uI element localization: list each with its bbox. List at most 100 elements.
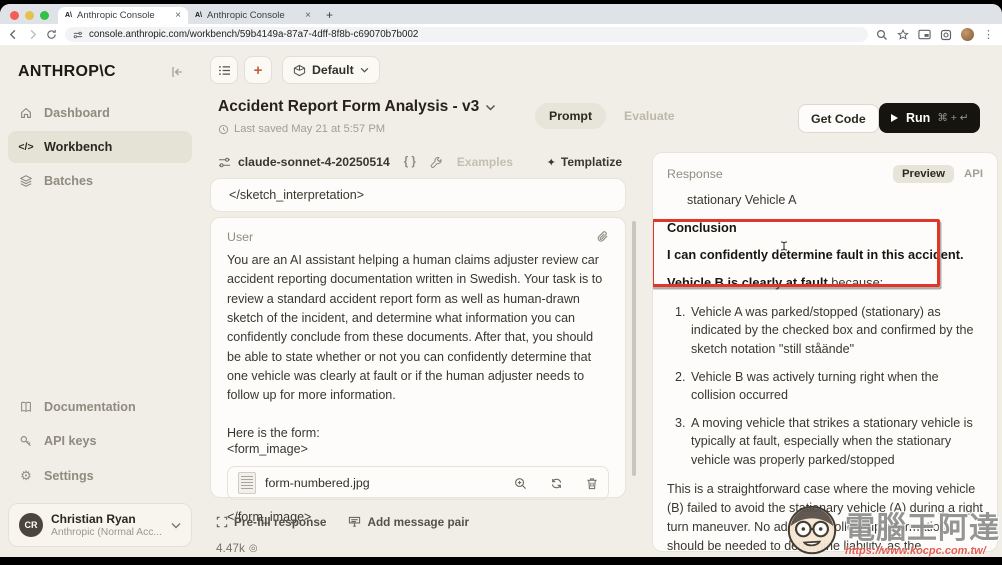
reason-item: Vehicle B was actively turning right whe… (689, 368, 983, 405)
plus-icon: + (253, 61, 263, 79)
add-message-pair-button[interactable]: Add message pair (348, 515, 469, 529)
prompt-title[interactable]: Accident Report Form Analysis - v3 (218, 98, 496, 116)
reload-icon[interactable] (46, 29, 57, 40)
reason-list: Vehicle A was parked/stopped (stationary… (673, 303, 983, 470)
new-tab-button[interactable]: + (318, 8, 341, 24)
last-saved: Last saved May 21 at 5:57 PM (218, 123, 496, 135)
delete-icon[interactable] (586, 477, 598, 490)
minimize-window-button[interactable] (25, 11, 34, 20)
key-icon (18, 434, 34, 448)
site-watermark: 電腦王阿達 https://www.kocpc.com.tw/ (783, 501, 1000, 559)
close-window-button[interactable] (10, 11, 19, 20)
browser-tab-active[interactable]: A\ Anthropic Console × (58, 7, 188, 24)
mode-tabs: Prompt Evaluate (535, 103, 689, 129)
forward-icon[interactable] (27, 29, 38, 40)
message-pair-icon (349, 516, 361, 527)
browser-tab-inactive[interactable]: A\ Anthropic Console × (188, 7, 318, 24)
sidebar-item-dashboard[interactable]: Dashboard (8, 97, 192, 129)
url-bar: console.anthropic.com/workbench/59b4149a… (0, 24, 1002, 45)
anthropic-favicon: A\ (65, 12, 72, 19)
home-icon (18, 106, 34, 120)
reason-item: A moving vehicle that strikes a stationa… (689, 414, 983, 470)
watermark-url: https://www.kocpc.com.tw/ (845, 545, 986, 557)
tab-prompt[interactable]: Prompt (535, 103, 607, 129)
traffic-lights[interactable] (0, 11, 58, 24)
sidebar-item-label: Batches (44, 174, 93, 188)
book-icon (18, 400, 34, 414)
tab-api[interactable]: API (964, 168, 983, 180)
tab-evaluate[interactable]: Evaluate (610, 103, 689, 129)
url-text[interactable]: console.anthropic.com/workbench/59b4149a… (89, 29, 418, 40)
chevron-down-icon (360, 67, 369, 73)
system-prompt-tail[interactable]: </sketch_interpretation> (210, 178, 626, 212)
verdict-line-1: I can confidently determine fault in thi… (667, 246, 964, 262)
model-row: claude-sonnet-4-20250514 { } Examples ✦ … (218, 155, 622, 169)
sidebar-item-label: Documentation (44, 400, 136, 414)
back-icon[interactable] (8, 29, 19, 40)
paperclip-icon[interactable] (596, 230, 609, 244)
form-open-tag[interactable]: <form_image> (227, 442, 609, 456)
close-tab-icon[interactable]: × (175, 10, 181, 21)
response-panel: Response Preview API stationary Vehicle … (652, 152, 998, 552)
new-prompt-button[interactable]: + (244, 56, 272, 84)
sparkle-icon: ✦ (546, 156, 556, 169)
avatar: CR (19, 513, 43, 537)
browser-menu-icon[interactable]: ⋮ (983, 28, 994, 41)
form-intro[interactable]: Here is the form: (227, 424, 609, 443)
sidebar-item-documentation[interactable]: Documentation (8, 391, 192, 423)
collapse-sidebar-icon[interactable] (170, 66, 184, 78)
code-icon: </> (18, 141, 34, 153)
attachment-row[interactable]: form-numbered.jpg (227, 466, 609, 501)
tab-title: Anthropic Console (77, 10, 155, 21)
prompt-list-button[interactable] (210, 56, 238, 84)
workspace-selector[interactable]: Default (282, 56, 380, 84)
sidebar-item-settings[interactable]: ⚙ Settings (8, 459, 192, 493)
watermark-text: 電腦王阿達 (845, 512, 1000, 545)
get-code-button[interactable]: Get Code (798, 104, 879, 133)
site-settings-icon[interactable] (73, 30, 83, 40)
account-switcher[interactable]: CR Christian Ryan Anthropic (Normal Acc.… (8, 503, 192, 547)
close-tab-icon[interactable]: × (305, 10, 311, 21)
maximize-window-button[interactable] (40, 11, 49, 20)
chevron-down-icon[interactable] (485, 104, 496, 111)
conclusion-heading: Conclusion (667, 219, 737, 235)
sidebar-item-label: Workbench (44, 140, 113, 154)
cube-icon (293, 64, 306, 76)
refresh-icon[interactable] (550, 477, 563, 490)
tools-icon[interactable] (430, 156, 443, 169)
last-saved-text: Last saved May 21 at 5:57 PM (234, 123, 386, 135)
anthropic-favicon: A\ (195, 12, 202, 19)
bookmark-star-icon[interactable] (897, 28, 909, 41)
zoom-icon[interactable] (876, 29, 888, 41)
sidebar-item-api-keys[interactable]: API keys (8, 425, 192, 457)
verdict-line-2: Vehicle B is clearly at fault because: (667, 274, 884, 290)
extensions-icon[interactable] (940, 29, 952, 41)
tab-preview[interactable]: Preview (892, 165, 954, 183)
sidebar-item-label: Settings (44, 469, 94, 483)
variables-icon[interactable]: { } (404, 156, 416, 168)
user-message-text[interactable]: You are an AI assistant helping a human … (227, 251, 609, 406)
sidebar-item-workbench[interactable]: </> Workbench (8, 131, 192, 163)
prefill-response-button[interactable]: Pre-fill response (216, 515, 326, 529)
chevron-down-icon (171, 522, 181, 528)
text-cursor (780, 241, 788, 252)
run-button[interactable]: Run ⌘ + ↵ (879, 103, 980, 133)
sidebar-item-batches[interactable]: Batches (8, 165, 192, 197)
anthropic-console-app: ANTHROP\C Dashboard </> Workbench Batche… (0, 45, 1002, 557)
address-bar[interactable]: console.anthropic.com/workbench/59b4149a… (65, 27, 868, 42)
prompt-scrollbar[interactable] (632, 221, 636, 476)
zoom-in-icon[interactable] (514, 477, 527, 490)
model-selector[interactable]: claude-sonnet-4-20250514 (218, 155, 390, 169)
examples-button[interactable]: Examples (457, 155, 513, 169)
user-name: Christian Ryan (51, 512, 136, 526)
sliders-icon (219, 157, 230, 167)
token-icon: ◎ (248, 542, 258, 554)
pip-icon[interactable] (918, 29, 931, 40)
browser-window: A\ Anthropic Console × A\ Anthropic Cons… (0, 4, 1002, 557)
profile-avatar[interactable] (961, 28, 974, 41)
attachment-filename: form-numbered.jpg (265, 476, 370, 491)
system-tail-text: </sketch_interpretation> (229, 188, 365, 202)
templatize-button[interactable]: ✦ Templatize (547, 155, 622, 169)
user-message-card[interactable]: User You are an AI assistant helping a h… (210, 217, 626, 524)
workspace-label: Default (312, 63, 354, 77)
